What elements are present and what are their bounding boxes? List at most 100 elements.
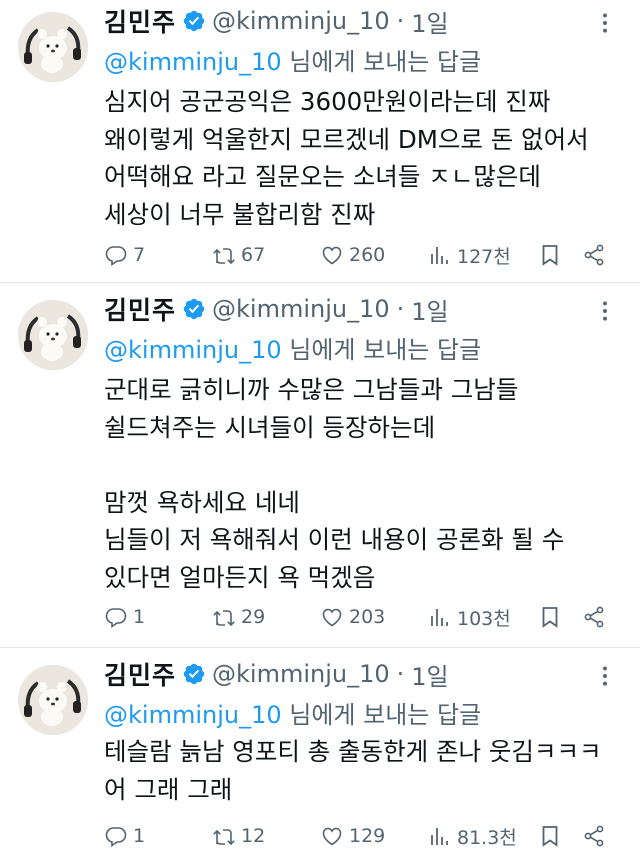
views-count: 81.3천 bbox=[457, 826, 517, 849]
views-button[interactable]: 103천 bbox=[428, 602, 511, 632]
retweet-count: 67 bbox=[241, 244, 266, 266]
views-icon bbox=[428, 605, 452, 629]
reply-icon bbox=[104, 605, 128, 629]
like-icon bbox=[320, 824, 344, 848]
reply-icon bbox=[104, 243, 128, 267]
views-button[interactable]: 81.3천 bbox=[428, 821, 517, 851]
like-count: 260 bbox=[349, 244, 386, 266]
more-options-icon[interactable] bbox=[592, 10, 618, 36]
bookmark-button[interactable] bbox=[538, 240, 562, 270]
tweet[interactable]: 김민주 @kimminju_10 · 1일 @kimminju_10 님에게 보… bbox=[0, 288, 640, 648]
tweet-text-line: 쉴드쳐주는 시녀들이 등장하는데 bbox=[104, 412, 436, 442]
tweet-timestamp[interactable]: 1일 bbox=[411, 4, 448, 39]
reply-context-text: 님에게 보내는 답글 bbox=[281, 336, 482, 364]
tweet-text: 테슬람 늙남 영포티 총 출동한게 존나 웃김ㅋㅋㅋ 어 그래 그래 bbox=[104, 733, 602, 808]
retweet-count: 29 bbox=[241, 606, 266, 628]
tweet-text-line: 왜이렇게 억울한지 모르겠네 DM으로 돈 없어서 bbox=[104, 124, 589, 154]
tweet-timestamp[interactable]: 1일 bbox=[411, 657, 448, 692]
bookmark-icon bbox=[538, 605, 562, 629]
retweet-icon bbox=[212, 605, 236, 629]
like-button[interactable]: 203 bbox=[320, 602, 385, 632]
author-name[interactable]: 김민주 bbox=[104, 291, 176, 327]
tweet-text-line: 맘껏 욕하세요 네네 bbox=[104, 487, 300, 517]
share-button[interactable] bbox=[582, 602, 606, 632]
share-button[interactable] bbox=[582, 821, 606, 851]
reply-button[interactable]: 1 bbox=[104, 821, 145, 851]
reply-icon bbox=[104, 824, 128, 848]
tweet[interactable]: 김민주 @kimminju_10 · 1일 @kimminju_10 님에게 보… bbox=[0, 653, 640, 861]
retweet-button[interactable]: 67 bbox=[212, 240, 265, 270]
tweet-actions: 1 12 129 81.3천 bbox=[104, 821, 616, 851]
retweet-button[interactable]: 12 bbox=[212, 821, 265, 851]
retweet-icon bbox=[212, 824, 236, 848]
reply-context-text: 님에게 보내는 답글 bbox=[281, 701, 482, 729]
more-options-icon[interactable] bbox=[592, 663, 618, 689]
tweet-header: 김민주 @kimminju_10 · 1일 bbox=[104, 292, 449, 326]
tweet-text: 심지어 공군공익은 3600만원이라는데 진짜 왜이렇게 억울한지 모르겠네 D… bbox=[104, 83, 589, 233]
tweet-timestamp[interactable]: 1일 bbox=[411, 292, 448, 327]
author-handle[interactable]: @kimminju_10 bbox=[212, 660, 390, 688]
views-icon bbox=[428, 824, 452, 848]
author-handle[interactable]: @kimminju_10 bbox=[212, 7, 390, 35]
retweet-button[interactable]: 29 bbox=[212, 602, 265, 632]
tweet[interactable]: 김민주 @kimminju_10 · 1일 @kimminju_10 님에게 보… bbox=[0, 0, 640, 283]
views-icon bbox=[428, 243, 452, 267]
share-button[interactable] bbox=[582, 240, 606, 270]
views-count: 103천 bbox=[457, 607, 511, 630]
tweet-text-line: 어 그래 그래 bbox=[104, 774, 233, 804]
tweet-text-line: 있다면 얼마든지 욕 먹겠음 bbox=[104, 562, 376, 592]
bookmark-icon bbox=[538, 824, 562, 848]
dot-separator: · bbox=[396, 660, 405, 688]
reply-count: 1 bbox=[133, 606, 146, 628]
reply-context-text: 님에게 보내는 답글 bbox=[281, 48, 482, 76]
author-handle[interactable]: @kimminju_10 bbox=[212, 295, 390, 323]
like-icon bbox=[320, 605, 344, 629]
reply-context: @kimminju_10 님에게 보내는 답글 bbox=[104, 695, 481, 730]
reply-count: 1 bbox=[133, 825, 146, 847]
tweet-actions: 1 29 203 103천 bbox=[104, 602, 616, 632]
reply-context: @kimminju_10 님에게 보내는 답글 bbox=[104, 330, 481, 365]
retweet-icon bbox=[212, 243, 236, 267]
reply-context: @kimminju_10 님에게 보내는 답글 bbox=[104, 42, 481, 77]
like-button[interactable]: 260 bbox=[320, 240, 385, 270]
reply-button[interactable]: 7 bbox=[104, 240, 145, 270]
verified-badge-icon bbox=[182, 662, 206, 686]
author-name[interactable]: 김민주 bbox=[104, 3, 176, 39]
like-icon bbox=[320, 243, 344, 267]
like-count: 203 bbox=[349, 606, 386, 628]
more-options-icon[interactable] bbox=[592, 298, 618, 324]
timeline-feed: 김민주 @kimminju_10 · 1일 @kimminju_10 님에게 보… bbox=[0, 0, 640, 861]
dot-separator: · bbox=[396, 7, 405, 35]
reply-mention-link[interactable]: @kimminju_10 bbox=[104, 48, 282, 76]
share-icon bbox=[582, 605, 606, 629]
tweet-text-line bbox=[104, 446, 564, 484]
tweet-header: 김민주 @kimminju_10 · 1일 bbox=[104, 4, 449, 38]
avatar[interactable] bbox=[18, 300, 88, 370]
tweet-text-line: 어떡해요 라고 질문오는 소녀들 ㅈㄴ많은데 bbox=[104, 162, 541, 191]
reply-mention-link[interactable]: @kimminju_10 bbox=[104, 701, 282, 729]
dot-separator: · bbox=[396, 295, 405, 323]
tweet-text-line: 세상이 너무 불합리함 진짜 bbox=[104, 199, 376, 229]
tweet-text: 군대로 긁히니까 수많은 그남들과 그남들 쉴드쳐주는 시녀들이 등장하는데 맘… bbox=[104, 371, 564, 596]
tweet-text-line: 군대로 긁히니까 수많은 그남들과 그남들 bbox=[104, 375, 519, 404]
bookmark-button[interactable] bbox=[538, 821, 562, 851]
reply-button[interactable]: 1 bbox=[104, 602, 145, 632]
views-count: 127천 bbox=[457, 245, 511, 268]
share-icon bbox=[582, 243, 606, 267]
tweet-text-line: 님들이 저 욕해줘서 이런 내용이 공론화 될 수 bbox=[104, 525, 565, 554]
tweet-text-line: 테슬람 늙남 영포티 총 출동한게 존나 웃김ㅋㅋㅋ bbox=[104, 737, 602, 766]
tweet-header: 김민주 @kimminju_10 · 1일 bbox=[104, 657, 449, 691]
author-name[interactable]: 김민주 bbox=[104, 656, 176, 692]
reply-mention-link[interactable]: @kimminju_10 bbox=[104, 336, 282, 364]
tweet-text-line: 심지어 공군공익은 3600만원이라는데 진짜 bbox=[104, 87, 551, 116]
bookmark-button[interactable] bbox=[538, 602, 562, 632]
avatar[interactable] bbox=[18, 12, 88, 82]
like-button[interactable]: 129 bbox=[320, 821, 385, 851]
verified-badge-icon bbox=[182, 297, 206, 321]
bookmark-icon bbox=[538, 243, 562, 267]
views-button[interactable]: 127천 bbox=[428, 240, 511, 270]
avatar[interactable] bbox=[18, 665, 88, 735]
like-count: 129 bbox=[349, 825, 386, 847]
verified-badge-icon bbox=[182, 9, 206, 33]
reply-count: 7 bbox=[133, 244, 146, 266]
